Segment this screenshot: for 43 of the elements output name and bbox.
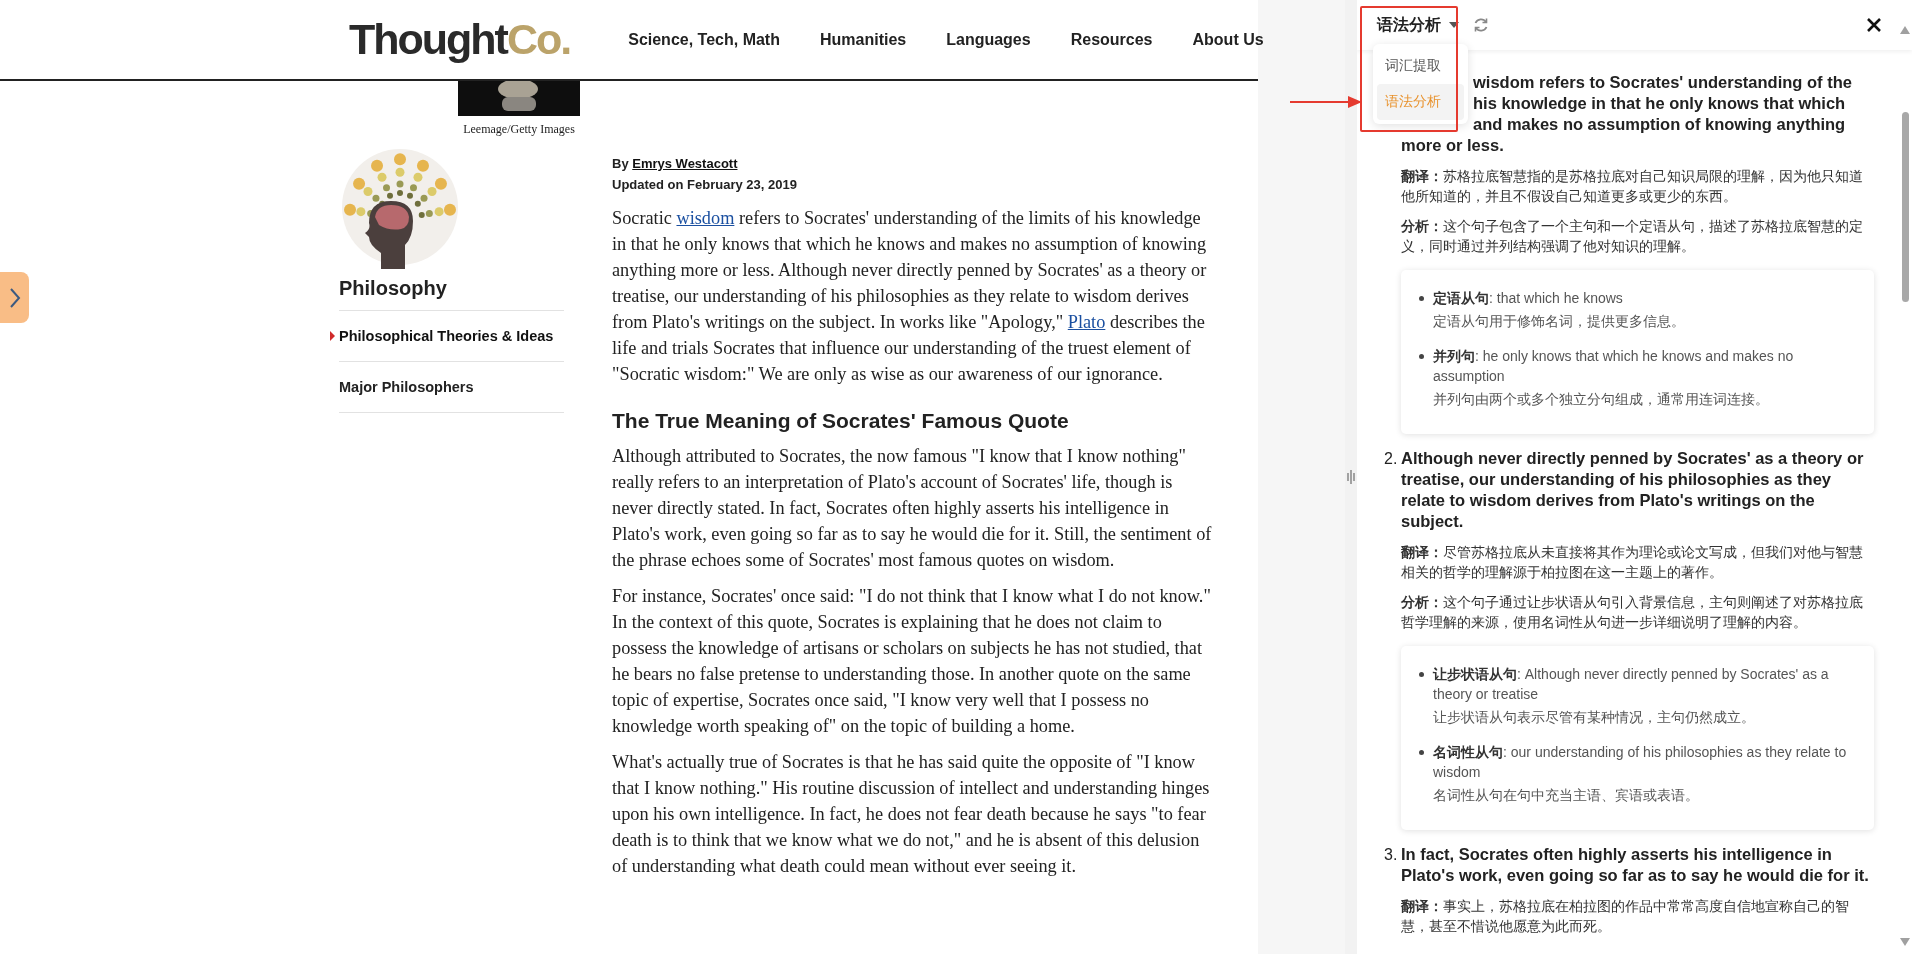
- sentence-text: his knowledge in that he only knows that which: [1473, 93, 1846, 114]
- clause-text: 定语从句: that which he knows: [1433, 289, 1624, 308]
- sidebar-item[interactable]: Major Philosophers: [330, 378, 474, 396]
- nav-link[interactable]: Humanities: [819, 30, 907, 49]
- updated-date: Updated on February 23, 2019: [612, 176, 798, 194]
- sentence-text: Although never directly penned by Socrates' as a theory or treatise, our understanding of his philosophies as they relate to wisdom derives from Plato's writings on the subject.: [1401, 448, 1865, 532]
- clause-note: 让步状语从句表示尽管有某种情况，主句仍然成立。: [1433, 709, 1756, 727]
- nav-link[interactable]: Science, Tech, Math: [628, 30, 780, 49]
- inline-link[interactable]: wisdom: [676, 208, 735, 228]
- sentence-text: wisdom refers to Socrates' understanding of the: [1473, 72, 1852, 93]
- article-paragraph: For instance, Socrates' once said: "I do not think that I know what I do not know." In the context of this quote, Socrates is explaining that he does not claim to possess the knowledge of artisans or scholars on subjects he has not studied, that he bears no false pretense to understanding those. In another quote on the same topic of expertise, Socrates once said, "I know very well that I possess no knowledge worth speaking of" on the topic of building a home.: [612, 585, 1212, 738]
- article-paragraph: Although attributed to Socrates, the now famous "I know that I know nothing" really refers to an interpretation of Plato's account of Socrates' life, though is never directly stated. In fact, Socrates often highly asserts his intelligence in Plato's work, even going so far as to say he would die for it. Still, the sentiment of the phrase echoes some of Socrates' most famous quotes on wisdom.: [612, 445, 1212, 572]
- author-link[interactable]: Emrys Westacott: [632, 156, 738, 171]
- sentence-text: In fact, Socrates often highly asserts his intelligence in Plato's work, even going so far as to say he would die for it.: [1401, 844, 1870, 886]
- clause-note: 并列句由两个或多个独立分句组成，通常用连词连接。: [1433, 391, 1770, 409]
- analysis-text: 分析：这个句子通过让步状语从句引入背景信息，主句则阐述了对苏格拉底哲学理解的来源，使用名词性从句进一步详细说明了理解的内容。: [1401, 593, 1864, 632]
- sidebar-item[interactable]: Philosophical Theories & Ideas: [330, 327, 554, 345]
- site-logo[interactable]: ThoughtCo.: [349, 18, 571, 61]
- nav-link[interactable]: About Us: [1192, 30, 1264, 49]
- clause-text: 让步状语从句: Although never directly penned by Socrates' as a theory or treatise: [1433, 665, 1830, 704]
- list-number: 3.: [1384, 846, 1398, 863]
- clause-note: 名词性从句在句中充当主语、宾语或表语。: [1433, 787, 1700, 805]
- clause-text: 名词性从句: our understanding of his philosophies as they relate to wisdom: [1433, 743, 1848, 782]
- translation-text: 翻译：尽管苏格拉底从未直接将其作为理论或论文写成，但我们对他与智慧相关的哲学的理解源于柏拉图在这一主题上的著作。: [1401, 543, 1864, 582]
- inline-link[interactable]: Plato: [1067, 312, 1106, 332]
- analysis-text: 分析：这个句子包含了一个主句和一个定语从句，描述了苏格拉底智慧的定义，同时通过并列结构强调了他对知识的理解。: [1401, 217, 1864, 256]
- mode-dropdown[interactable]: 语法分析: [1377, 14, 1459, 36]
- byline: By Emrys Westacott: [612, 155, 739, 173]
- translation-text: 翻译：事实上，苏格拉底在柏拉图的作品中常常高度自信地宣称自己的智慧，甚至不惜说他愿意为此而死。: [1401, 897, 1850, 936]
- list-number: 2.: [1384, 450, 1398, 467]
- sentence-text: more or less.: [1401, 135, 1504, 156]
- nav-link[interactable]: Languages: [946, 30, 1031, 49]
- sentence-text: and makes no assumption of knowing anything: [1473, 114, 1846, 135]
- translation-text: 翻译：苏格拉底智慧指的是苏格拉底对自己知识局限的理解，因为他只知道他所知道的，并且不假设自己知道更多或更少的东西。: [1401, 167, 1864, 206]
- article-paragraph: What's actually true of Socrates is that he has said quite the opposite of "I know that I know nothing." His routine discussion of intellect and understanding hinges upon his own intelligence. In fact, he does not fear death because he says "to fear death is to think that we know what we do not," and he is absent of this delusion of understanding what death could mean without ever seeing it.: [612, 751, 1211, 878]
- section-heading: The True Meaning of Socrates' Famous Quote: [612, 409, 1070, 433]
- article-paragraph: Socratic wisdom refers to Socrates' understanding of the limits of his knowledge in that he only knows that which he knows and makes no assumption of knowing anything more or less. Although never directly penned by Socrates' as a theory or treatise, our understanding of his philosophies as they relate to wisdom derives from Plato's writings on the subject. In works like "Apology," Plato describes the life and trials Socrates that influence our understanding of the truest element of "Socratic wisdom:" We are only as wise as our awareness of our ignorance.: [612, 207, 1208, 386]
- image-caption: Leemage/Getty Images: [463, 122, 575, 137]
- menu-item[interactable]: 词汇提取: [1377, 48, 1464, 84]
- clause-text: 并列句: he only knows that which he knows and makes no assumption: [1433, 347, 1795, 386]
- category-title: Philosophy: [339, 269, 564, 311]
- nav-link[interactable]: Resources: [1070, 30, 1153, 49]
- clause-note: 定语从句用于修饰名词，提供更多信息。: [1433, 313, 1685, 331]
